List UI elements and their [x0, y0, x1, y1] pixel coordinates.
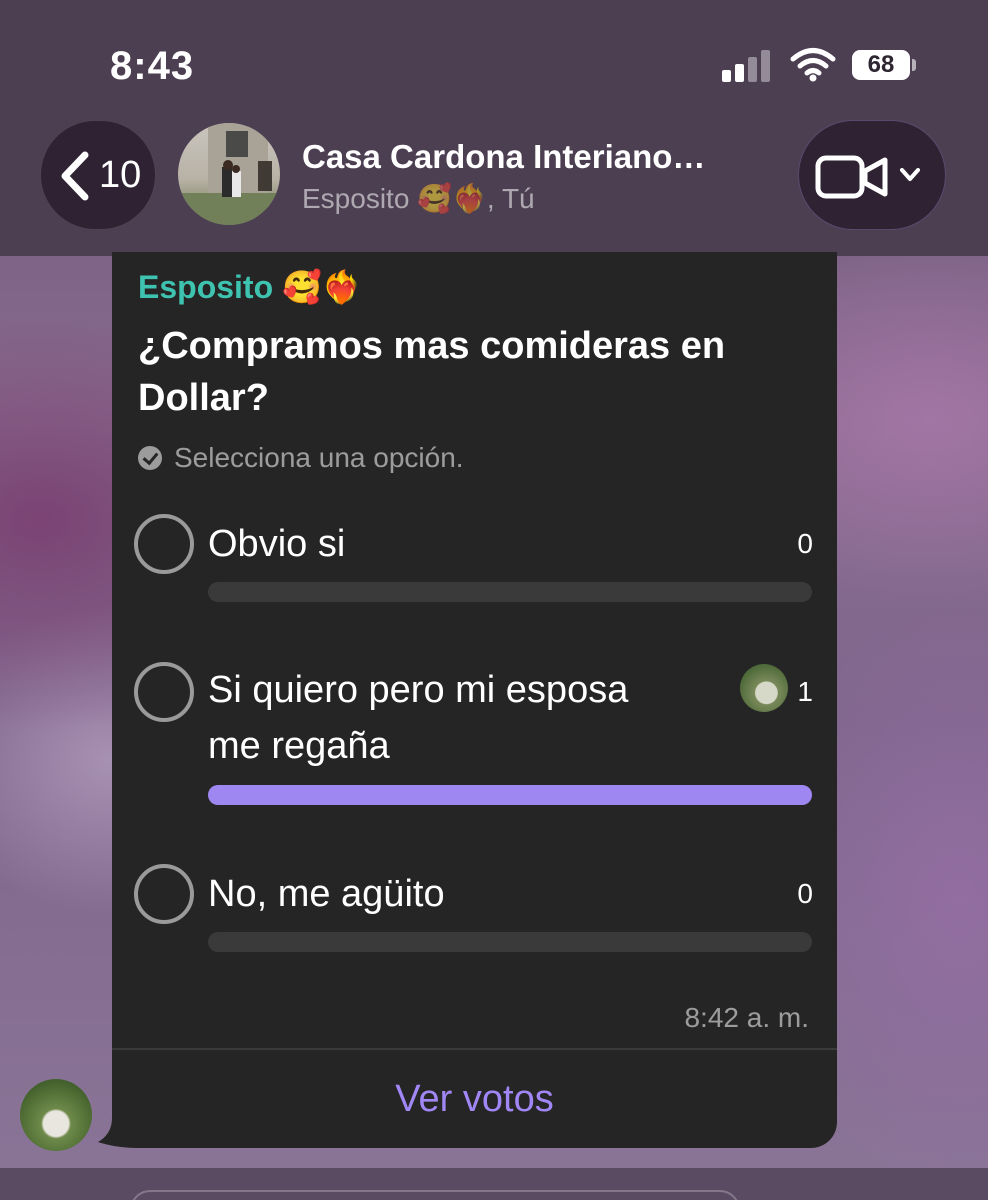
- battery-tip: [912, 59, 916, 71]
- vote-bar: [208, 785, 812, 805]
- message-input[interactable]: [130, 1190, 740, 1200]
- video-call-button[interactable]: [798, 120, 946, 230]
- chevron-left-icon: [61, 151, 89, 201]
- poll-option-count: 1: [797, 676, 813, 707]
- radio-button[interactable]: [134, 662, 194, 722]
- radio-button[interactable]: [134, 864, 194, 924]
- battery-indicator: 68: [852, 50, 910, 80]
- cellular-signal-icon: [722, 50, 774, 82]
- checkmark-icon: [138, 446, 162, 470]
- vote-bar: [208, 932, 812, 952]
- wifi-icon: [790, 48, 836, 82]
- chat-members: Esposito 🥰❤️‍🔥, Tú: [302, 183, 535, 214]
- vote-bar-fill: [208, 785, 812, 805]
- top-bar: 8:43 68 10 Casa Cardona Interiano… Espos…: [0, 0, 988, 256]
- poll-option-count: 0: [797, 528, 813, 559]
- poll-option-label: Obvio si: [208, 523, 346, 565]
- voter-avatar[interactable]: [740, 664, 788, 712]
- status-time: 8:43: [110, 44, 195, 88]
- vote-bar: [208, 582, 812, 602]
- poll-option-label: Si quiero pero mi esposa me regaña: [208, 669, 629, 767]
- poll-hint: Selecciona una opción.: [138, 442, 464, 474]
- chat-title[interactable]: Casa Cardona Interiano…: [302, 138, 782, 176]
- poll-hint-text: Selecciona una opción.: [174, 442, 464, 473]
- back-button[interactable]: 10: [40, 120, 156, 230]
- video-camera-icon: [815, 155, 888, 199]
- unread-count: 10: [99, 154, 142, 196]
- poll-sender[interactable]: Esposito 🥰❤️‍🔥: [138, 268, 362, 306]
- chevron-down-icon: [900, 168, 920, 181]
- poll-option-count: 0: [797, 878, 813, 909]
- poll-question: ¿Compramos mas comideras en Dollar?: [138, 325, 726, 419]
- group-avatar[interactable]: [178, 123, 280, 225]
- message-timestamp: 8:42 a. m.: [684, 1002, 809, 1033]
- radio-button[interactable]: [134, 514, 194, 574]
- view-votes-button[interactable]: Ver votos: [112, 1050, 837, 1148]
- sender-avatar[interactable]: [20, 1079, 92, 1151]
- poll-option-label: No, me agüito: [208, 873, 445, 915]
- poll-message: Esposito 🥰❤️‍🔥 ¿Compramos mas comideras …: [112, 252, 837, 1148]
